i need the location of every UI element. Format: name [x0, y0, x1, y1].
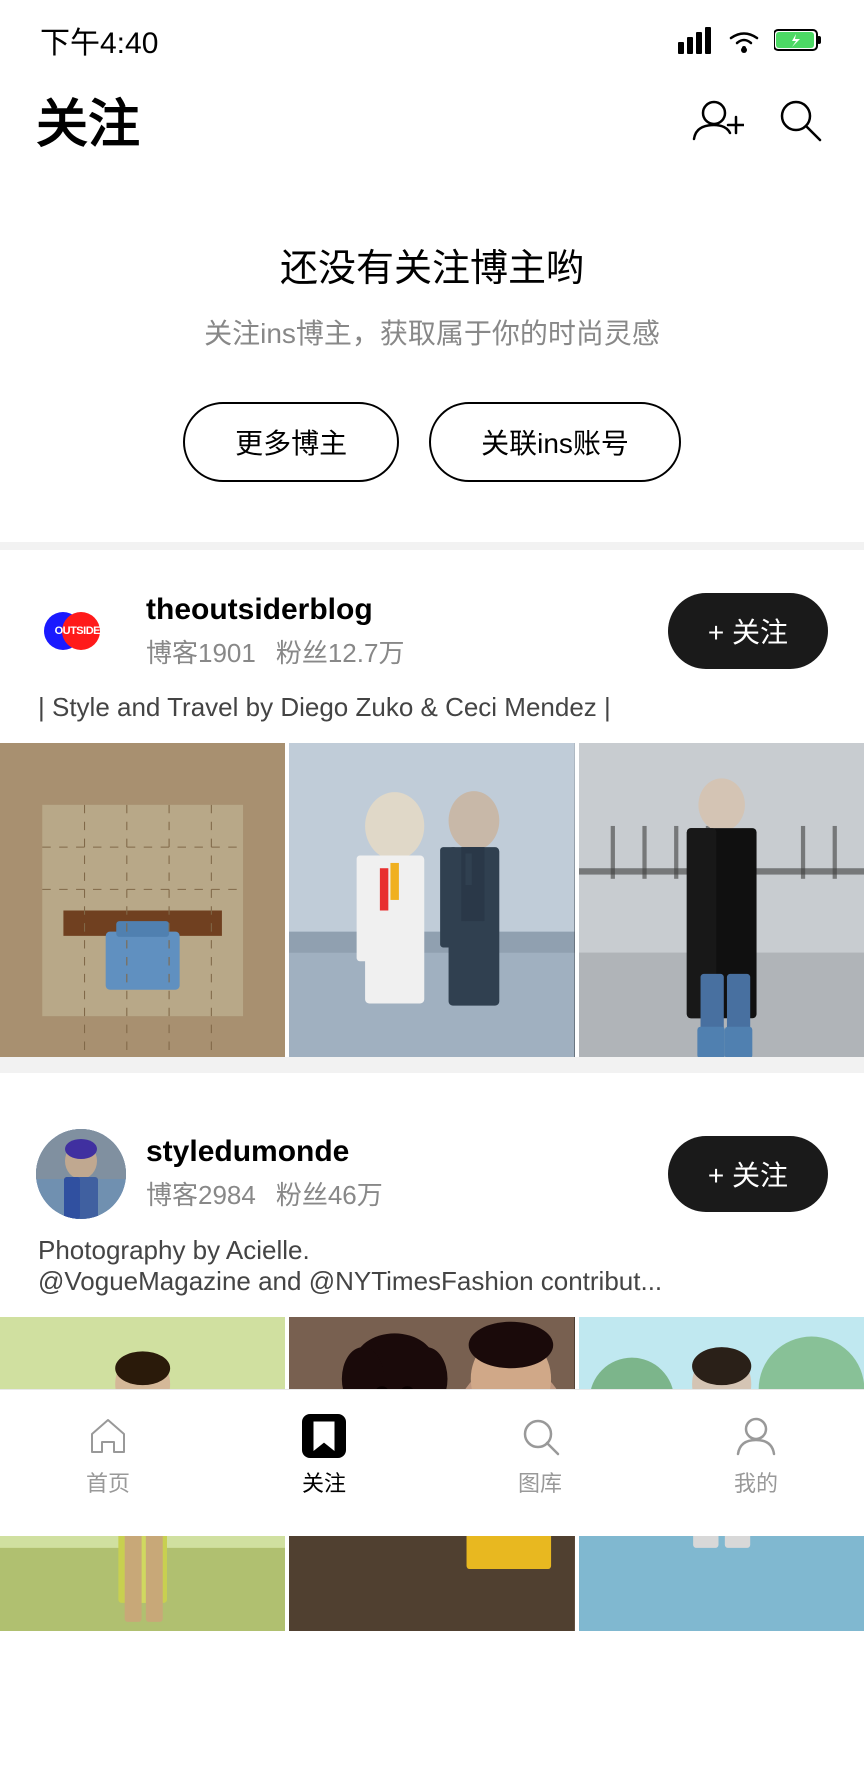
nav-item-my[interactable]: 我的	[714, 1406, 798, 1506]
blogger-avatar-0[interactable]: OUTSIDER	[36, 586, 126, 676]
home-icon	[86, 1414, 130, 1458]
nav-label-my: 我的	[734, 1466, 778, 1498]
status-bar: 下午4:40	[0, 0, 864, 72]
blog-image-0-1[interactable]	[289, 743, 574, 1057]
fashion-photo-0-2	[579, 743, 864, 1057]
blogger-fans-1: 粉丝46万	[276, 1175, 383, 1212]
outsider-text: OUTSIDER	[55, 625, 108, 637]
blogger-card-1: styledumonde 博客2984 粉丝46万 + 关注 Photograp…	[0, 1093, 864, 1631]
status-time: 下午4:40	[40, 18, 158, 62]
follow-button-0[interactable]: + 关注	[668, 593, 828, 669]
blogger-card-0: OUTSIDER theoutsiderblog 博客1901 粉丝12.7万 …	[0, 550, 864, 1073]
empty-buttons: 更多博主 关联ins账号	[40, 402, 824, 482]
blogger-info-1: styledumonde 博客2984 粉丝46万	[36, 1129, 383, 1219]
blogger-bio-0: | Style and Travel by Diego Zuko & Ceci …	[36, 692, 828, 723]
blogger-stats-0: 博客1901 粉丝12.7万	[146, 633, 404, 670]
empty-state: 还没有关注博主哟 关注ins博主，获取属于你的时尚灵感 更多博主 关联ins账号	[0, 177, 864, 550]
empty-title: 还没有关注博主哟	[40, 237, 824, 292]
add-user-button[interactable]	[688, 93, 748, 147]
bottom-nav: 首页 关注 图库 我的	[0, 1389, 864, 1536]
blogger-posts-0: 博客1901	[146, 633, 256, 670]
blog-image-0-2[interactable]	[579, 743, 864, 1057]
user-icon	[734, 1414, 778, 1458]
blog-image-0-0[interactable]	[0, 743, 285, 1057]
bookmark-icon	[310, 1420, 338, 1452]
nav-item-home[interactable]: 首页	[66, 1406, 150, 1506]
nav-item-follow[interactable]: 关注	[282, 1406, 366, 1506]
search-icon	[776, 96, 824, 144]
signal-icon	[678, 26, 714, 54]
page-title: 关注	[36, 82, 140, 157]
gallery-search-icon	[518, 1414, 562, 1458]
fashion-photo-0-0	[0, 743, 285, 1057]
blogger-fans-0: 粉丝12.7万	[276, 633, 405, 670]
blogger-bio-1: Photography by Acielle. @VogueMagazine a…	[36, 1235, 828, 1297]
avatar-image-1	[36, 1129, 126, 1219]
follow-button-1[interactable]: + 关注	[668, 1136, 828, 1212]
header-actions	[688, 92, 828, 148]
more-bloggers-button[interactable]: 更多博主	[183, 402, 399, 482]
wifi-icon	[726, 26, 762, 54]
battery-icon	[774, 27, 824, 53]
blogger-info-0: OUTSIDER theoutsiderblog 博客1901 粉丝12.7万	[36, 586, 404, 676]
blogger-header-0: OUTSIDER theoutsiderblog 博客1901 粉丝12.7万 …	[36, 586, 828, 676]
add-user-icon	[692, 97, 744, 143]
blogger-posts-1: 博客2984	[146, 1175, 256, 1212]
blogger-username-0: theoutsiderblog	[146, 593, 404, 627]
blogger-header-1: styledumonde 博客2984 粉丝46万 + 关注	[36, 1129, 828, 1219]
blogger-stats-1: 博客2984 粉丝46万	[146, 1175, 383, 1212]
status-icons	[678, 26, 824, 54]
section-divider-0	[0, 1057, 864, 1073]
link-ins-button[interactable]: 关联ins账号	[429, 402, 681, 482]
nav-item-gallery[interactable]: 图库	[498, 1406, 582, 1506]
empty-subtitle: 关注ins博主，获取属于你的时尚灵感	[40, 312, 824, 352]
fashion-photo-0-1	[289, 743, 574, 1057]
nav-label-follow: 关注	[302, 1466, 346, 1498]
blogger-avatar-1[interactable]	[36, 1129, 126, 1219]
search-button[interactable]	[772, 92, 828, 148]
nav-label-gallery: 图库	[518, 1466, 562, 1498]
blogger-name-row-0: theoutsiderblog 博客1901 粉丝12.7万	[146, 593, 404, 670]
header: 关注	[0, 72, 864, 177]
blogger-name-row-1: styledumonde 博客2984 粉丝46万	[146, 1135, 383, 1212]
bookmark-active-bg	[302, 1414, 346, 1458]
blogger-images-0	[0, 743, 864, 1057]
blogger-username-1: styledumonde	[146, 1135, 383, 1169]
nav-label-home: 首页	[86, 1466, 130, 1498]
